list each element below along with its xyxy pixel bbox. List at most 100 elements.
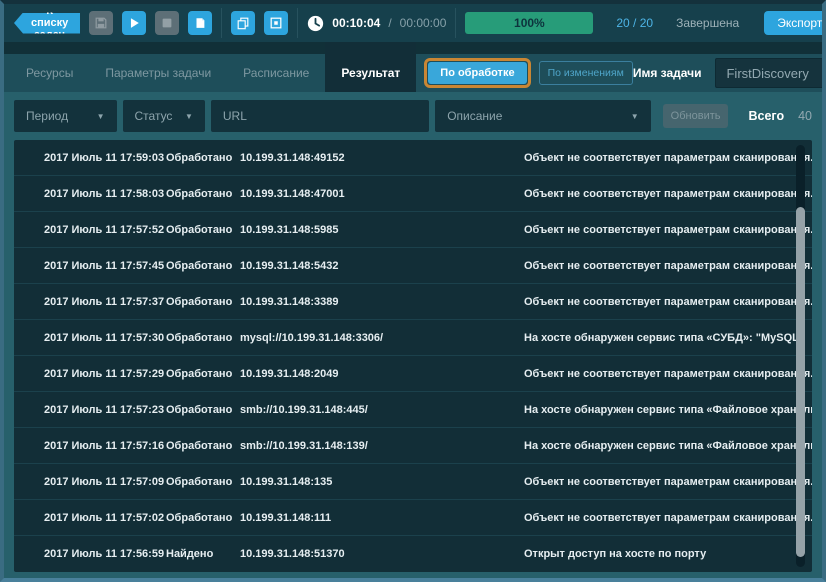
refresh-button[interactable]: Обновить [663, 104, 729, 128]
cell-url: 10.199.31.148:2049 [240, 368, 524, 380]
total-label: Всего [748, 109, 784, 123]
table-row[interactable]: 2017 Июль 11 17:58:03Обработано10.199.31… [14, 176, 812, 212]
cell-status: Обработано [166, 440, 240, 452]
cell-time: 2017 Июль 11 17:58:03 [44, 188, 166, 200]
status-dropdown-label: Статус [135, 109, 173, 123]
cell-status: Обработано [166, 368, 240, 380]
scrollbar-track[interactable] [796, 145, 805, 567]
cell-url: 10.199.31.148:111 [240, 512, 524, 524]
tab-schedule[interactable]: Расписание [227, 54, 325, 92]
cell-time: 2017 Июль 11 17:57:09 [44, 476, 166, 488]
table-row[interactable]: 2017 Июль 11 17:57:52Обработано10.199.31… [14, 212, 812, 248]
cell-time: 2017 Июль 11 17:57:37 [44, 296, 166, 308]
copy-icon [236, 16, 250, 30]
cell-time: 2017 Июль 11 17:57:16 [44, 440, 166, 452]
description-dropdown[interactable]: Описание ▼ [435, 100, 650, 132]
copy-button[interactable] [231, 11, 255, 35]
export-button[interactable]: Экспорт [764, 11, 826, 35]
cell-time: 2017 Июль 11 17:56:59 [44, 548, 166, 560]
chevron-down-icon: ▼ [185, 112, 193, 121]
cell-desc: Объект не соответствует параметрам скани… [524, 260, 812, 272]
cell-desc: Объект не соответствует параметрам скани… [524, 296, 812, 308]
details-icon [269, 16, 283, 30]
table-row[interactable]: 2017 Июль 11 17:57:37Обработано10.199.31… [14, 284, 812, 320]
start-button[interactable] [122, 11, 146, 35]
task-timer: 00:10:04 / 00:00:00 [307, 15, 446, 32]
table-row[interactable]: 2017 Июль 11 17:57:23Обработаноsmb://10.… [14, 392, 812, 428]
cell-status: Обработано [166, 188, 240, 200]
tab-resources[interactable]: Ресурсы [10, 54, 89, 92]
play-icon [127, 16, 141, 30]
task-name-group: Имя задачи [633, 54, 826, 92]
table-row[interactable]: 2017 Июль 11 17:57:45Обработано10.199.31… [14, 248, 812, 284]
task-counter: 20 / 20 [616, 16, 653, 30]
cell-time: 2017 Июль 11 17:57:23 [44, 404, 166, 416]
cell-desc: Объект не соответствует параметрам скани… [524, 368, 812, 380]
cell-status: Обработано [166, 224, 240, 236]
cell-time: 2017 Июль 11 17:57:29 [44, 368, 166, 380]
save-button[interactable] [89, 11, 113, 35]
cell-desc: Открыт доступ на хосте по порту [524, 548, 812, 560]
cell-time: 2017 Июль 11 17:57:30 [44, 332, 166, 344]
description-dropdown-label: Описание [447, 109, 502, 123]
cell-url: 10.199.31.148:51370 [240, 548, 524, 560]
status-dropdown[interactable]: Статус ▼ [123, 100, 205, 132]
cell-status: Найдено [166, 548, 240, 560]
cell-desc: Объект не соответствует параметрам скани… [524, 188, 812, 200]
clock-icon [307, 15, 324, 32]
chevron-down-icon: ▼ [97, 112, 105, 121]
by-changes-button[interactable]: По изменениям [539, 61, 633, 85]
cell-status: Обработано [166, 296, 240, 308]
details-button[interactable] [264, 11, 288, 35]
cell-url: mysql://10.199.31.148:3306/ [240, 332, 524, 344]
filter-bar: Период ▼ Статус ▼ Описание ▼ Обновить Вс… [14, 100, 812, 132]
tab-task-parameters[interactable]: Параметры задачи [89, 54, 227, 92]
cell-url: 10.199.31.148:5985 [240, 224, 524, 236]
cell-url: 10.199.31.148:5432 [240, 260, 524, 272]
chevron-down-icon: ▼ [631, 112, 639, 121]
cell-desc: Объект не соответствует параметрам скани… [524, 476, 812, 488]
scrollbar-thumb[interactable] [796, 207, 805, 557]
by-processing-button[interactable]: По обработке [428, 62, 526, 84]
back-to-task-list-button[interactable]: К списку задач [14, 13, 80, 34]
table-row[interactable]: 2017 Июль 11 17:57:09Обработано10.199.31… [14, 464, 812, 500]
results-table-body: 2017 Июль 11 17:59:03Обработано10.199.31… [14, 140, 812, 572]
cell-time: 2017 Июль 11 17:57:02 [44, 512, 166, 524]
app-window: К списку задач [0, 0, 826, 582]
task-name-label: Имя задачи [633, 66, 702, 80]
cell-url: smb://10.199.31.148:139/ [240, 440, 524, 452]
cell-desc: Объект не соответствует параметрам скани… [524, 224, 812, 236]
report-button[interactable] [188, 11, 212, 35]
cell-status: Обработано [166, 260, 240, 272]
table-row[interactable]: 2017 Июль 11 17:57:29Обработано10.199.31… [14, 356, 812, 392]
cell-time: 2017 Июль 11 17:59:03 [44, 152, 166, 164]
cell-status: Обработано [166, 512, 240, 524]
cell-url: 10.199.31.148:49152 [240, 152, 524, 164]
table-row[interactable]: 2017 Июль 11 17:59:03Обработано10.199.31… [14, 140, 812, 176]
stop-button[interactable] [155, 11, 179, 35]
cell-desc: На хосте обнаружен сервис типа «Файловое… [524, 404, 812, 416]
total-count: Всего 40 [748, 109, 812, 123]
toolbar-separator [221, 8, 222, 38]
table-row[interactable]: 2017 Июль 11 17:57:02Обработано10.199.31… [14, 500, 812, 536]
url-filter-input[interactable] [211, 100, 429, 132]
cell-desc: На хосте обнаружен сервис типа «СУБД»: "… [524, 332, 812, 344]
stop-icon [160, 16, 174, 30]
table-row[interactable]: 2017 Июль 11 17:57:16Обработаноsmb://10.… [14, 428, 812, 464]
table-row[interactable]: 2017 Июль 11 17:57:30Обработаноmysql://1… [14, 320, 812, 356]
result-view-toggle: По обработке По изменениям [424, 54, 633, 92]
timer-elapsed: 00:10:04 [332, 16, 380, 30]
tab-result[interactable]: Результат [325, 42, 416, 92]
progress-bar: 100% [465, 12, 593, 34]
period-dropdown[interactable]: Период ▼ [14, 100, 117, 132]
report-icon [193, 16, 207, 30]
task-name-input[interactable] [715, 58, 826, 88]
highlight-frame: По обработке [424, 58, 530, 88]
content-area: Период ▼ Статус ▼ Описание ▼ Обновить Вс… [4, 92, 822, 578]
table-row[interactable]: 2017 Июль 11 17:56:59Найдено10.199.31.14… [14, 536, 812, 572]
cell-desc: Объект не соответствует параметрам скани… [524, 152, 812, 164]
cell-url: smb://10.199.31.148:445/ [240, 404, 524, 416]
results-table: 2017 Июль 11 17:59:03Обработано10.199.31… [14, 140, 812, 572]
cell-desc: Объект не соответствует параметрам скани… [524, 512, 812, 524]
tab-bar: Ресурсы Параметры задачи Расписание Резу… [4, 54, 822, 92]
